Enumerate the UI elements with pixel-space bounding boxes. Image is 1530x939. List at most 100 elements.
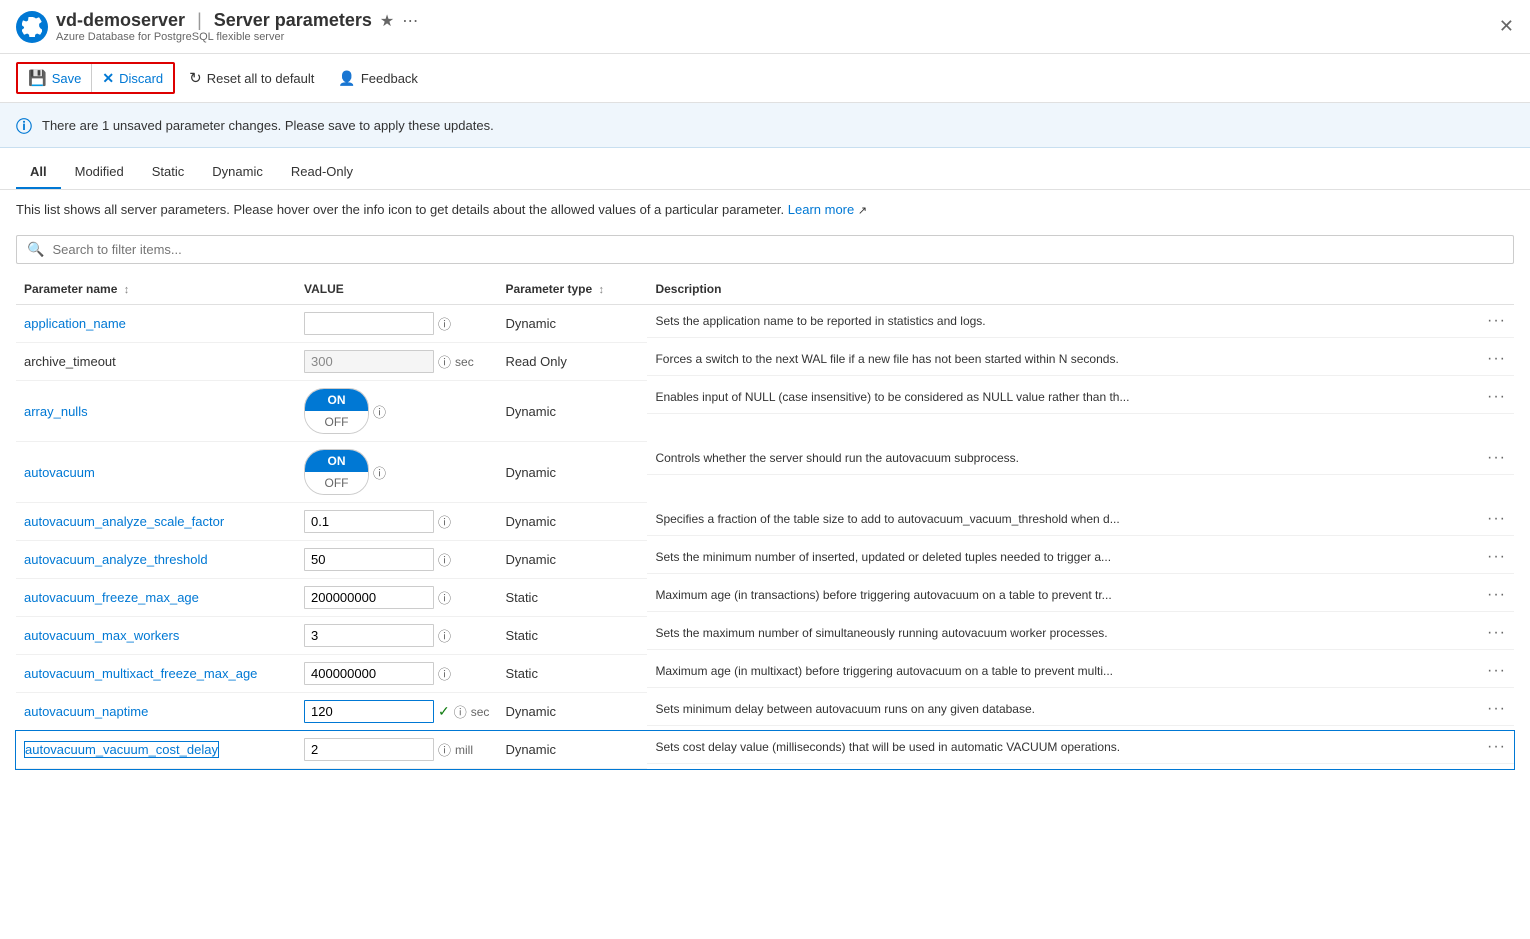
- param-name-link[interactable]: autovacuum_naptime: [24, 704, 148, 719]
- param-type-cell: Dynamic: [497, 731, 647, 769]
- value-input[interactable]: [304, 738, 434, 761]
- discard-icon: ✕: [102, 70, 114, 87]
- tab-dynamic[interactable]: Dynamic: [198, 156, 277, 189]
- reset-label: Reset all to default: [207, 71, 315, 86]
- save-button[interactable]: 💾 Save: [18, 64, 92, 92]
- info-icon[interactable]: ⓘ: [454, 702, 467, 721]
- table-row: autovacuum_analyze_thresholdⓘDynamicSets…: [16, 541, 1514, 579]
- row-context-menu[interactable]: ···: [1487, 312, 1506, 330]
- info-icon[interactable]: ⓘ: [373, 463, 386, 482]
- toggle-off-label: OFF: [305, 411, 368, 433]
- param-name-link[interactable]: autovacuum_multixact_freeze_max_age: [24, 666, 257, 681]
- info-icon[interactable]: ⓘ: [373, 402, 386, 421]
- server-icon: [16, 11, 48, 43]
- description-cell: Controls whether the server should run t…: [655, 451, 1019, 465]
- value-input[interactable]: [304, 700, 434, 723]
- reset-icon: ↻: [189, 69, 202, 87]
- description-cell: Sets the maximum number of simultaneousl…: [655, 626, 1107, 640]
- info-icon[interactable]: ⓘ: [438, 352, 451, 371]
- info-icon[interactable]: ⓘ: [438, 588, 451, 607]
- table-row: autovacuum_analyze_scale_factorⓘDynamicS…: [16, 503, 1514, 541]
- table-row: autovacuum_multixact_freeze_max_ageⓘStat…: [16, 655, 1514, 693]
- row-context-menu[interactable]: ···: [1487, 700, 1506, 718]
- row-context-menu[interactable]: ···: [1487, 449, 1506, 467]
- info-icon[interactable]: ⓘ: [438, 550, 451, 569]
- param-name-link[interactable]: autovacuum_max_workers: [24, 628, 179, 643]
- col-header-desc: Description: [647, 274, 1514, 305]
- table-row: autovacuum_vacuum_cost_delay ⓘ mill Dynamic…: [16, 731, 1514, 769]
- row-context-menu[interactable]: ···: [1487, 510, 1506, 528]
- table-row: autovacuumONOFF ⓘDynamicControls whether…: [16, 442, 1514, 503]
- param-name-text: archive_timeout: [24, 354, 116, 369]
- tab-all[interactable]: All: [16, 156, 61, 189]
- value-input[interactable]: [304, 586, 434, 609]
- param-name-link[interactable]: application_name: [24, 316, 126, 331]
- value-input[interactable]: [304, 624, 434, 647]
- row-context-menu[interactable]: ···: [1487, 388, 1506, 406]
- learn-more-link[interactable]: Learn more: [788, 202, 854, 217]
- value-input[interactable]: [304, 548, 434, 571]
- table-row: array_nullsONOFF ⓘDynamicEnables input o…: [16, 381, 1514, 442]
- row-context-menu[interactable]: ···: [1487, 586, 1506, 604]
- page-header: vd-demoserver | Server parameters ★ ⋯ Az…: [0, 0, 1530, 54]
- search-input[interactable]: [52, 242, 1503, 257]
- description-cell: Sets minimum delay between autovacuum ru…: [655, 702, 1035, 716]
- description-cell: Specifies a fraction of the table size t…: [655, 512, 1119, 526]
- banner-message: There are 1 unsaved parameter changes. P…: [42, 118, 494, 133]
- description-cell: Enables input of NULL (case insensitive)…: [655, 390, 1129, 404]
- table-row: autovacuum_max_workersⓘStaticSets the ma…: [16, 617, 1514, 655]
- table-row: archive_timeoutⓘsecRead OnlyForces a swi…: [16, 343, 1514, 381]
- param-type-cell: Dynamic: [497, 541, 647, 579]
- value-input[interactable]: [304, 312, 434, 335]
- description-cell: Forces a switch to the next WAL file if …: [655, 352, 1118, 366]
- header-title-group: vd-demoserver | Server parameters ★ ⋯ Az…: [56, 10, 418, 43]
- toggle-switch[interactable]: ONOFF: [304, 449, 369, 495]
- param-name-link[interactable]: autovacuum_freeze_max_age: [24, 590, 199, 605]
- row-context-menu[interactable]: ···: [1487, 662, 1506, 680]
- toggle-on-label: ON: [305, 389, 368, 411]
- param-type-cell: Static: [497, 579, 647, 617]
- tabs-container: All Modified Static Dynamic Read-Only: [0, 156, 1530, 190]
- param-name-link[interactable]: array_nulls: [24, 404, 88, 419]
- tab-static[interactable]: Static: [138, 156, 199, 189]
- external-link-icon: ↗: [858, 205, 867, 217]
- tab-readonly[interactable]: Read-Only: [277, 156, 367, 189]
- tab-modified[interactable]: Modified: [61, 156, 138, 189]
- param-name-link[interactable]: autovacuum_analyze_threshold: [24, 552, 208, 567]
- param-name-link[interactable]: autovacuum: [24, 465, 95, 480]
- info-icon[interactable]: ⓘ: [438, 626, 451, 645]
- sort-icon-name[interactable]: ↕: [124, 284, 130, 296]
- close-icon[interactable]: ✕: [1499, 16, 1514, 37]
- info-icon[interactable]: ⓘ: [438, 664, 451, 683]
- parameters-table: Parameter name ↕ VALUE Parameter type ↕ …: [16, 274, 1514, 769]
- value-input[interactable]: [304, 662, 434, 685]
- search-wrapper[interactable]: 🔍: [16, 235, 1514, 264]
- description-text: This list shows all server parameters. P…: [0, 190, 1530, 229]
- check-icon: ✓: [438, 703, 450, 720]
- row-context-menu[interactable]: ···: [1487, 350, 1506, 368]
- toggle-switch[interactable]: ONOFF: [304, 388, 369, 434]
- info-icon[interactable]: ⓘ: [438, 512, 451, 531]
- reset-button[interactable]: ↻ Reset all to default: [179, 64, 324, 92]
- row-context-menu[interactable]: ···: [1487, 738, 1506, 756]
- row-context-menu[interactable]: ···: [1487, 548, 1506, 566]
- row-context-menu[interactable]: ···: [1487, 624, 1506, 642]
- unit-label: mill: [455, 743, 473, 757]
- col-header-type: Parameter type ↕: [497, 274, 647, 305]
- param-type-cell: Dynamic: [497, 693, 647, 731]
- more-options-icon[interactable]: ⋯: [402, 11, 418, 31]
- description-cell: Maximum age (in transactions) before tri…: [655, 588, 1111, 602]
- discard-label: Discard: [119, 71, 163, 86]
- info-icon[interactable]: ⓘ: [438, 314, 451, 333]
- info-icon[interactable]: ⓘ: [438, 740, 451, 759]
- value-input[interactable]: [304, 350, 434, 373]
- favorite-icon[interactable]: ★: [380, 11, 394, 31]
- table-row: application_nameⓘDynamicSets the applica…: [16, 305, 1514, 343]
- feedback-button[interactable]: 👤 Feedback: [328, 65, 428, 92]
- table-body: application_nameⓘDynamicSets the applica…: [16, 305, 1514, 769]
- param-name-link[interactable]: autovacuum_analyze_scale_factor: [24, 514, 224, 529]
- param-name-link[interactable]: autovacuum_vacuum_cost_delay: [24, 741, 219, 758]
- value-input[interactable]: [304, 510, 434, 533]
- sort-icon-type[interactable]: ↕: [599, 284, 605, 296]
- discard-button[interactable]: ✕ Discard: [92, 64, 173, 92]
